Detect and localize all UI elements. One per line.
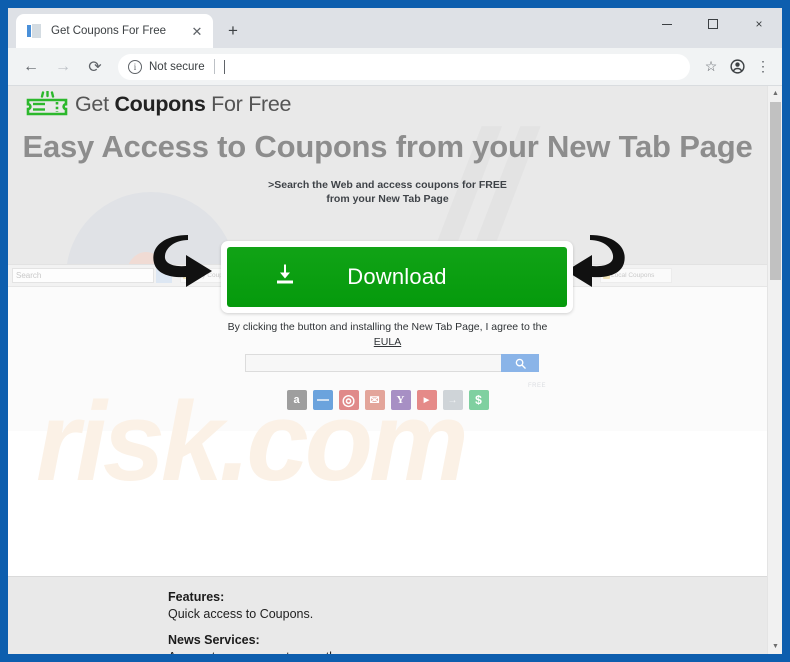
logo-text-coupons: Coupons (114, 91, 206, 116)
coupon-ticket-icon (26, 90, 70, 117)
address-bar[interactable]: i Not secure (118, 53, 690, 80)
features-heading: Features: (168, 590, 225, 604)
forward-button[interactable]: → (50, 54, 76, 80)
browser-tab[interactable]: Get Coupons For Free ✕ (16, 14, 213, 48)
logo-wordmark: Get Coupons For Free (75, 91, 292, 117)
mock-free-label: FREE (528, 383, 547, 389)
window-maximize-button[interactable] (690, 8, 736, 40)
web-page: // Search Easy Coupons Local Coupons FRE… (8, 86, 767, 654)
tab-title: Get Coupons For Free (51, 25, 167, 37)
logo-text-get: Get (75, 91, 115, 116)
browser-toolbar: ← → ⟳ i Not secure ☆ ⋮ (8, 48, 782, 86)
browser-menu-icon[interactable]: ⋮ (750, 54, 776, 80)
features-body: Quick access to Coupons. (168, 607, 314, 621)
vertical-scrollbar[interactable]: ▲ ▼ (767, 86, 782, 654)
security-status-label: Not secure (149, 60, 205, 73)
window-minimize-button[interactable] (644, 8, 690, 40)
agreement-text: By clicking the button and installing th… (227, 321, 548, 333)
download-button-wrapper: Download (221, 241, 573, 313)
back-button[interactable]: ← (18, 54, 44, 80)
window-controls: × (644, 8, 782, 40)
browser-window: Get Coupons For Free ✕ + × ← → ⟳ i Not s… (8, 8, 782, 654)
eula-link-row: EULA (8, 336, 767, 348)
scrollbar-thumb[interactable] (770, 102, 781, 280)
profile-avatar-icon[interactable] (724, 54, 750, 80)
scroll-down-arrow-icon[interactable]: ▼ (768, 639, 782, 654)
news-services-heading: News Services: (168, 633, 260, 647)
mock-search-field: Search (12, 268, 154, 283)
features-section: Features: Quick access to Coupons. News … (8, 576, 767, 654)
os-window-frame: Get Coupons For Free ✕ + × ← → ⟳ i Not s… (0, 0, 790, 662)
search-bar (245, 354, 539, 372)
window-close-button[interactable]: × (736, 8, 782, 40)
arrow-pointing-right-icon (142, 233, 218, 295)
search-input[interactable] (245, 354, 501, 372)
bookmark-star-icon[interactable]: ☆ (698, 54, 724, 80)
logo-text-forfree: For Free (205, 91, 292, 116)
risk-com-watermark: risk.com (36, 379, 469, 504)
subheadline-line-1: >Search the Web and access coupons for F… (268, 179, 507, 191)
url-text-caret (223, 59, 225, 74)
tab-close-icon[interactable]: ✕ (189, 23, 205, 39)
page-favicon-icon (26, 23, 42, 39)
page-subheadline: >Search the Web and access coupons for F… (8, 178, 767, 206)
search-button[interactable] (501, 354, 539, 372)
dollar-icon[interactable]: $ (468, 390, 489, 410)
download-button-label: Download (347, 264, 447, 289)
page-headline: Easy Access to Coupons from your New Tab… (22, 129, 753, 164)
omnibox-divider (213, 59, 215, 74)
tab-strip: Get Coupons For Free ✕ + × (8, 8, 782, 48)
news-services-body: Access to news, sports, weather (168, 650, 767, 654)
scroll-up-arrow-icon[interactable]: ▲ (768, 86, 782, 101)
page-viewport: // Search Easy Coupons Local Coupons FRE… (8, 86, 782, 654)
reload-button[interactable]: ⟳ (82, 54, 108, 80)
eula-link[interactable]: EULA (374, 336, 401, 348)
download-button[interactable]: Download (227, 247, 567, 307)
hero-section: // Search Easy Coupons Local Coupons FRE… (8, 86, 767, 576)
new-tab-button[interactable]: + (219, 17, 247, 45)
subheadline-line-2: from your New Tab Page (326, 193, 449, 205)
site-logo: Get Coupons For Free (26, 90, 292, 117)
download-icon (273, 263, 297, 292)
info-circle-icon[interactable]: i (128, 59, 142, 74)
